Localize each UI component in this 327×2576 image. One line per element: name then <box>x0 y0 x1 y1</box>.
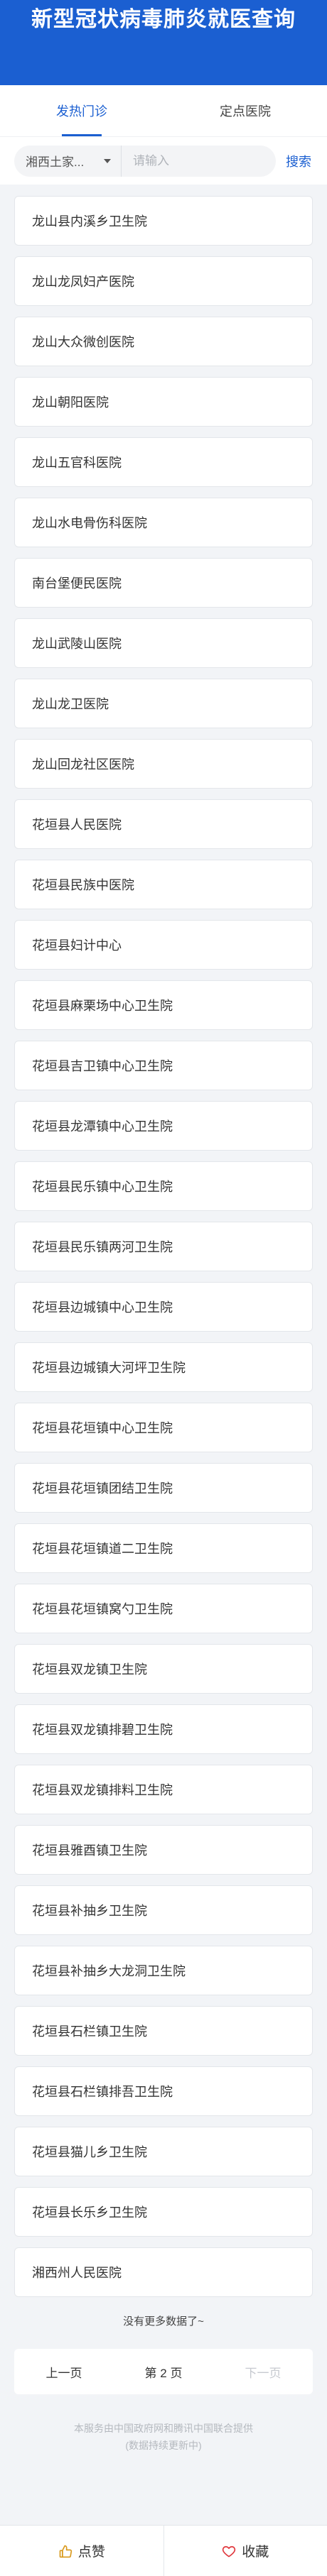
hospital-list-item[interactable]: 花垣县边城镇中心卫生院 <box>14 1282 313 1332</box>
hospital-list-item[interactable]: 花垣县雅酉镇卫生院 <box>14 1825 313 1875</box>
hospital-list-item[interactable]: 花垣县民族中医院 <box>14 860 313 909</box>
prev-page-button[interactable]: 上一页 <box>14 2363 114 2381</box>
tab-designated-hospital[interactable]: 定点医院 <box>164 85 327 136</box>
region-dropdown[interactable]: 湘西土家... <box>14 145 121 177</box>
hospital-list-item[interactable]: 花垣县双龙镇排料卫生院 <box>14 1765 313 1814</box>
page-title: 新型冠状病毒肺炎就医查询 <box>31 8 296 31</box>
next-page-button[interactable]: 下一页 <box>213 2363 313 2381</box>
hospital-list-item[interactable]: 花垣县猫儿乡卫生院 <box>14 2127 313 2176</box>
hospital-list-item[interactable]: 花垣县补抽乡大龙洞卫生院 <box>14 1946 313 1995</box>
hospital-list-item[interactable]: 花垣县妇计中心 <box>14 920 313 970</box>
hospital-list-item[interactable]: 南台堡便民医院 <box>14 558 313 608</box>
hospital-list-item[interactable]: 花垣县补抽乡卫生院 <box>14 1885 313 1935</box>
hospital-list-item[interactable]: 龙山武陵山医院 <box>14 618 313 668</box>
like-label: 点赞 <box>77 2545 105 2560</box>
page-header: 新型冠状病毒肺炎就医查询 <box>0 0 327 85</box>
hospital-list-item[interactable]: 花垣县民乐镇中心卫生院 <box>14 1161 313 1211</box>
hospital-list-item[interactable]: 花垣县花垣镇中心卫生院 <box>14 1403 313 1452</box>
hospital-list-item[interactable]: 湘西州人民医院 <box>14 2247 313 2297</box>
hospital-list-item[interactable]: 龙山水电骨伤科医院 <box>14 498 313 547</box>
hospital-list-item[interactable]: 花垣县花垣镇窝勺卫生院 <box>14 1584 313 1633</box>
favorite-label: 收藏 <box>242 2545 269 2560</box>
region-value: 湘西土家... <box>26 155 85 169</box>
favorite-button[interactable]: 收藏 <box>163 2526 327 2576</box>
hospital-list-item[interactable]: 花垣县石栏镇排吾卫生院 <box>14 2066 313 2116</box>
hospital-list-item[interactable]: 花垣县双龙镇排碧卫生院 <box>14 1704 313 1754</box>
search-bar: 湘西土家... 搜索 <box>0 136 327 185</box>
hospital-list-item[interactable]: 花垣县人民医院 <box>14 799 313 849</box>
thumbs-up-icon <box>59 2545 72 2558</box>
hospital-list-item[interactable]: 花垣县麻栗场中心卫生院 <box>14 980 313 1030</box>
hospital-list-item[interactable]: 花垣县石栏镇卫生院 <box>14 2006 313 2056</box>
hospital-list-item[interactable]: 花垣县吉卫镇中心卫生院 <box>14 1041 313 1090</box>
heart-icon <box>223 2545 236 2557</box>
current-page: 第 2 页 <box>144 2366 183 2380</box>
bottom-action-bar: 点赞 收藏 <box>0 2525 327 2576</box>
hospital-list: 龙山县内溪乡卫生院 龙山龙凤妇产医院 龙山大众微创医院 龙山朝阳医院 龙山五官科医院 龙山… <box>0 185 327 2297</box>
search-button[interactable]: 搜索 <box>286 152 311 170</box>
hospital-list-item[interactable]: 花垣县长乐乡卫生院 <box>14 2187 313 2237</box>
no-more-text: 没有更多数据了~ <box>123 2315 204 2328</box>
caret-down-icon <box>104 158 111 163</box>
like-button[interactable]: 点赞 <box>0 2526 164 2576</box>
footer-line-2: (数据持续更新中) <box>125 2440 202 2451</box>
hospital-list-item[interactable]: 花垣县龙潭镇中心卫生院 <box>14 1101 313 1151</box>
footer-note: 本服务由中国政府网和腾讯中国联合提供 (数据持续更新中) <box>0 2420 327 2454</box>
tab-fever-clinic[interactable]: 发热门诊 <box>0 85 164 136</box>
hospital-list-item[interactable]: 龙山县内溪乡卫生院 <box>14 196 313 246</box>
search-input[interactable] <box>121 145 276 177</box>
hospital-list-item[interactable]: 花垣县双龙镇卫生院 <box>14 1644 313 1694</box>
hospital-list-item[interactable]: 龙山五官科医院 <box>14 437 313 487</box>
hospital-list-item[interactable]: 龙山龙凤妇产医院 <box>14 256 313 306</box>
hospital-list-item[interactable]: 龙山回龙社区医院 <box>14 739 313 789</box>
hospital-list-item[interactable]: 花垣县花垣镇团结卫生院 <box>14 1463 313 1513</box>
pagination: 上一页 第 2 页 下一页 <box>14 2349 313 2394</box>
hospital-list-item[interactable]: 花垣县边城镇大河坪卫生院 <box>14 1342 313 1392</box>
tab-bar: 发热门诊 定点医院 <box>0 85 327 136</box>
hospital-list-item[interactable]: 花垣县花垣镇道二卫生院 <box>14 1523 313 1573</box>
footer-line-1: 本服务由中国政府网和腾讯中国联合提供 <box>74 2423 253 2434</box>
hospital-list-item[interactable]: 龙山朝阳医院 <box>14 377 313 427</box>
hospital-list-item[interactable]: 龙山龙卫医院 <box>14 679 313 728</box>
hospital-list-item[interactable]: 花垣县民乐镇两河卫生院 <box>14 1222 313 1271</box>
hospital-list-item[interactable]: 龙山大众微创医院 <box>14 317 313 366</box>
